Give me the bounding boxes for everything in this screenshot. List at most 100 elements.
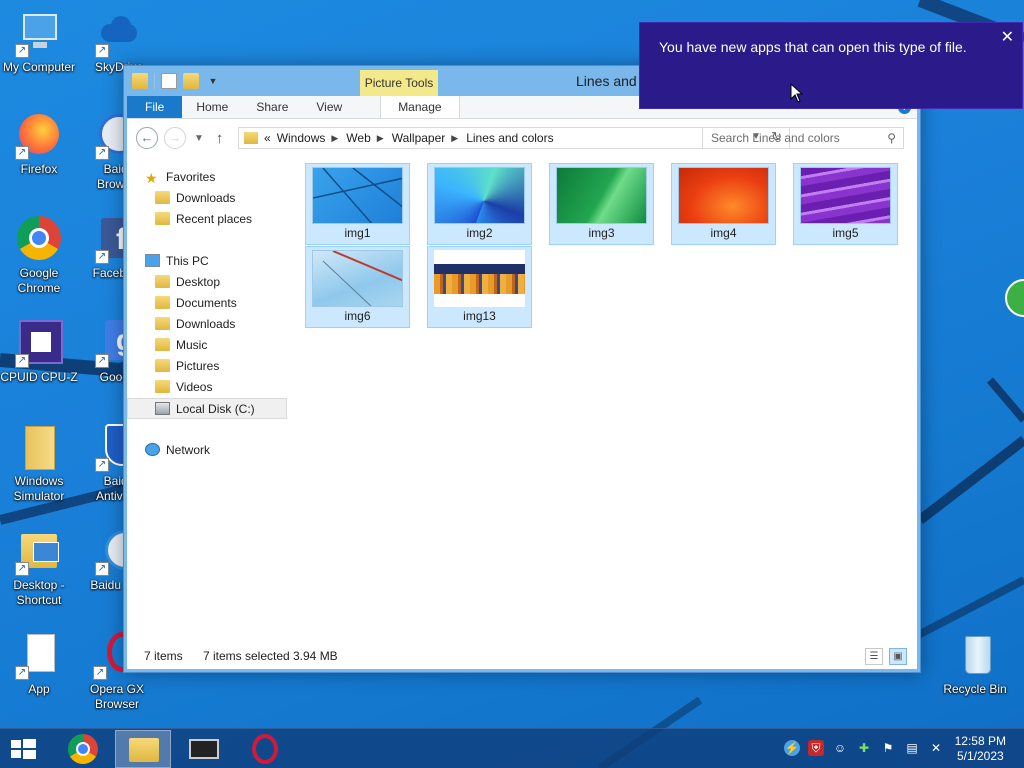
breadcrumb-wallpaper[interactable]: Wallpaper xyxy=(392,131,446,145)
nav-pictures[interactable]: Pictures xyxy=(127,356,287,377)
customize-toolbar-icon[interactable]: ▼ xyxy=(205,73,221,89)
shield-icon[interactable]: ⛨ xyxy=(808,740,824,756)
nav-videos[interactable]: Videos xyxy=(127,377,287,398)
breadcrumb-web[interactable]: Web xyxy=(346,131,370,145)
file-tile-img13[interactable]: img13 xyxy=(427,246,532,328)
close-icon[interactable]: ✕ xyxy=(1001,27,1014,47)
nav-documents-label: Documents xyxy=(176,296,237,310)
tab-manage[interactable]: Manage xyxy=(380,96,460,118)
search-placeholder: Search Lines and colors xyxy=(711,131,840,145)
shortcut-arrow-icon: ↗ xyxy=(93,666,107,680)
system-tray: ⚡ ⛨ ☺ ✚ ⚑ ▤ ✕ xyxy=(784,740,944,756)
file-name: img2 xyxy=(466,226,493,240)
firefox-icon: ↗ xyxy=(15,112,63,160)
shortcut-arrow-icon: ↗ xyxy=(95,250,109,264)
volume-muted-icon[interactable]: ✕ xyxy=(928,740,944,756)
nav-local-disk[interactable]: Local Disk (C:) xyxy=(127,398,287,419)
explorer-content: ★ Favorites Downloads Recent places This … xyxy=(127,157,917,644)
tab-share[interactable]: Share xyxy=(242,96,302,118)
file-name: img3 xyxy=(588,226,615,240)
tab-view[interactable]: View xyxy=(302,96,356,118)
nav-favorites[interactable]: ★ Favorites xyxy=(127,167,287,188)
folder-icon xyxy=(132,73,148,89)
nav-network[interactable]: Network xyxy=(127,440,287,461)
search-input[interactable]: Search Lines and colors ⚲ xyxy=(702,127,904,149)
chevron-right-icon[interactable]: ▶ xyxy=(331,133,338,144)
nav-documents[interactable]: Documents xyxy=(127,293,287,314)
nav-music[interactable]: Music xyxy=(127,335,287,356)
taskbar-chrome[interactable] xyxy=(56,730,112,768)
taskbar-app-window[interactable] xyxy=(176,730,232,768)
properties-icon[interactable] xyxy=(161,73,177,89)
up-arrow-icon[interactable]: ↑ xyxy=(216,130,224,147)
file-name: img1 xyxy=(344,226,371,240)
file-name: img6 xyxy=(344,309,371,323)
file-tile-img5[interactable]: img5 xyxy=(793,163,898,245)
file-tile-img1[interactable]: img1 xyxy=(305,163,410,245)
desktop-icon-label: Google Chrome xyxy=(17,266,61,295)
nav-this-pc[interactable]: This PC xyxy=(127,251,287,272)
file-tile-img2[interactable]: img2 xyxy=(427,163,532,245)
cpu-chip-icon: ↗ xyxy=(15,320,63,368)
breadcrumb-lines-and-colors[interactable]: Lines and colors xyxy=(466,131,553,145)
file-tile-img3[interactable]: img3 xyxy=(549,163,654,245)
recent-locations-chevron-icon[interactable]: ▼ xyxy=(194,133,204,144)
desktop-icon-firefox[interactable]: ↗ Firefox xyxy=(0,112,78,177)
cat-icon[interactable]: ☺ xyxy=(832,740,848,756)
shortcut-arrow-icon: ↗ xyxy=(15,44,29,58)
network-speed-icon[interactable]: ⚡ xyxy=(784,740,800,756)
breadcrumb-overflow[interactable]: « xyxy=(264,131,271,145)
desktop-icon-cpuz[interactable]: ↗ CPUID CPU-Z xyxy=(0,320,78,385)
desktop-icon-label: App xyxy=(28,682,50,696)
downloads-folder-icon xyxy=(155,191,170,204)
taskbar: ⚡ ⛨ ☺ ✚ ⚑ ▤ ✕ 12:58 PM 5/1/2023 xyxy=(0,728,1024,768)
back-arrow-icon[interactable]: ← xyxy=(136,127,158,149)
chrome-icon xyxy=(15,216,63,264)
thumbnail-image xyxy=(312,250,403,307)
desktop-icon-recycle-bin[interactable]: Recycle Bin xyxy=(936,632,1014,697)
nav-fav-downloads[interactable]: Downloads xyxy=(127,188,287,209)
desktop-icon-label: Recycle Bin xyxy=(943,682,1007,696)
nav-downloads[interactable]: Downloads xyxy=(127,314,287,335)
file-explorer-window[interactable]: ▼ Picture Tools Lines and colors File Ho… xyxy=(123,65,921,673)
start-button[interactable] xyxy=(0,730,56,768)
tab-home[interactable]: Home xyxy=(182,96,242,118)
selection-count: 7 items selected xyxy=(203,649,290,663)
puzzle-icon[interactable]: ✚ xyxy=(856,740,872,756)
taskbar-clock[interactable]: 12:58 PM 5/1/2023 xyxy=(955,734,1006,764)
desktop-folder-icon xyxy=(155,275,170,288)
taskbar-opera-gx[interactable] xyxy=(238,730,294,768)
breadcrumb-windows[interactable]: Windows xyxy=(277,131,326,145)
desktop-icon-desktop-shortcut[interactable]: ↗ Desktop - Shortcut xyxy=(0,528,78,608)
blank-file-icon: ↗ xyxy=(15,632,63,680)
monitor-icon xyxy=(189,739,219,759)
notification-toast[interactable]: You have new apps that can open this typ… xyxy=(639,22,1023,109)
chevron-right-icon[interactable]: ▶ xyxy=(451,133,458,144)
action-center-flag-icon[interactable]: ⚑ xyxy=(880,740,896,756)
search-icon[interactable]: ⚲ xyxy=(887,128,896,148)
nav-recent-places[interactable]: Recent places xyxy=(127,209,287,230)
large-icons-view-icon[interactable]: ▣ xyxy=(889,648,907,665)
computer-icon xyxy=(145,254,160,267)
taskbar-file-explorer[interactable] xyxy=(115,730,171,768)
details-view-icon[interactable]: ☰ xyxy=(865,648,883,665)
desktop-icon-windows-simulator[interactable]: Windows Simulator xyxy=(0,424,78,504)
nav-desktop[interactable]: Desktop xyxy=(127,272,287,293)
navigation-pane: ★ Favorites Downloads Recent places This … xyxy=(127,157,289,644)
nav-pictures-label: Pictures xyxy=(176,359,220,373)
windows-logo-icon xyxy=(11,739,36,759)
nav-recent-places-label: Recent places xyxy=(176,212,253,226)
new-folder-icon[interactable] xyxy=(183,73,199,89)
desktop-icon-app[interactable]: ↗ App xyxy=(0,632,78,697)
desktop-icon-my-computer[interactable]: ↗ My Computer xyxy=(0,10,78,75)
recent-places-icon xyxy=(155,212,170,225)
network-icon[interactable]: ▤ xyxy=(904,740,920,756)
file-tile-img6[interactable]: img6 xyxy=(305,246,410,328)
videos-folder-icon xyxy=(155,380,170,393)
desktop-icon-google-chrome[interactable]: Google Chrome xyxy=(0,216,78,296)
file-tile-img4[interactable]: img4 xyxy=(671,163,776,245)
forward-arrow-icon[interactable]: → xyxy=(164,127,186,149)
chevron-right-icon[interactable]: ▶ xyxy=(377,133,384,144)
tab-file[interactable]: File xyxy=(127,96,183,118)
status-bar: 7 items 7 items selected 3.94 MB ☰ ▣ xyxy=(127,644,917,669)
